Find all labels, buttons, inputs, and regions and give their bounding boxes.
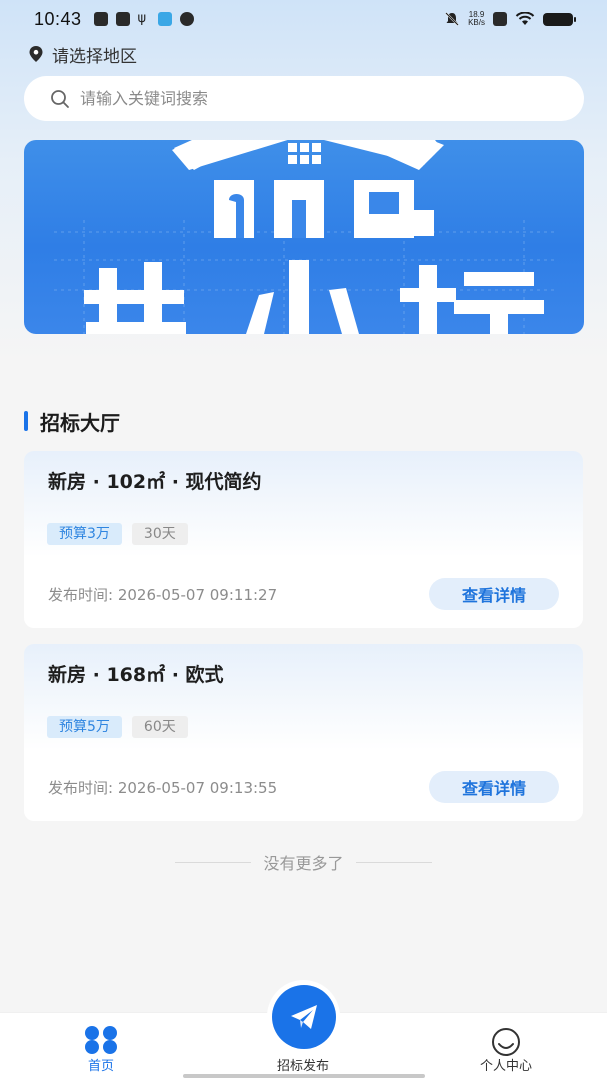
view-details-button[interactable]: 查看详情 [429, 771, 559, 803]
status-time: 10:43 [34, 8, 82, 29]
tab-home-label: 首页 [87, 1059, 114, 1074]
section-title: 招标大厅 [40, 410, 120, 435]
section-header: 招标大厅 [24, 408, 120, 435]
search-icon [51, 89, 69, 108]
paper-plane-icon [290, 1004, 317, 1029]
network-speed: 18.9 KB/s [468, 11, 485, 27]
post-button-circle [271, 984, 336, 1049]
divider-line [355, 861, 432, 863]
search-input[interactable] [80, 89, 520, 108]
section-accent-bar [24, 411, 28, 431]
location-pin-icon [29, 46, 43, 62]
listing-title: 新房 · 168㎡ · 欧式 [48, 664, 224, 686]
duration-tag: 60天 [131, 716, 188, 738]
tab-profile-label: 个人中心 [479, 1059, 532, 1074]
list-end-indicator: 没有更多了 [0, 850, 607, 874]
view-details-button[interactable]: 查看详情 [429, 578, 559, 610]
net-speed-unit: KB/s [468, 18, 485, 27]
budget-tag: 预算5万 [47, 716, 122, 738]
publish-time: 发布时间: 2026-05-07 09:13:55 [48, 779, 278, 797]
four-circles-icon [85, 1026, 117, 1054]
home-indicator[interactable] [183, 1074, 425, 1078]
wifi-icon [515, 12, 535, 25]
post-tender-button[interactable] [267, 980, 340, 1053]
list-end-text: 没有更多了 [263, 854, 344, 873]
location-label: 请选择地区 [52, 46, 137, 67]
status-right-icons: 18.9 KB/s [444, 11, 576, 27]
tab-profile[interactable]: 个人中心 [441, 1013, 571, 1080]
listing-title: 新房 · 102㎡ · 现代简约 [48, 471, 262, 493]
budget-tag: 预算3万 [47, 523, 122, 545]
task-notification-icon [93, 12, 108, 26]
mute-bell-icon [445, 12, 459, 26]
divider-line [175, 861, 252, 863]
app-notification-icon [179, 12, 194, 26]
status-bar: 10:43 ψ 18.9 KB/s [0, 0, 607, 38]
search-bar[interactable] [24, 76, 584, 121]
tab-post-label: 招标发布 [276, 1059, 329, 1074]
mail-notification-icon [115, 12, 130, 26]
telegram-notification-icon [157, 12, 172, 26]
promo-banner[interactable] [24, 140, 584, 334]
sim-icon [493, 12, 507, 26]
publish-time: 发布时间: 2026-05-07 09:11:27 [48, 586, 278, 604]
listing-card[interactable]: 新房 · 102㎡ · 现代简约 预算3万 30天 发布时间: 2026-05-… [24, 451, 583, 628]
tab-home[interactable]: 首页 [36, 1013, 166, 1080]
listing-tags: 预算3万 30天 [47, 523, 188, 545]
duration-tag: 30天 [131, 523, 188, 545]
listing-card[interactable]: 新房 · 168㎡ · 欧式 预算5万 60天 发布时间: 2026-05-07… [24, 644, 583, 821]
listing-tags: 预算5万 60天 [47, 716, 188, 738]
battery-icon [543, 12, 576, 26]
banner-artwork [54, 140, 554, 334]
location-selector[interactable]: 请选择地区 [28, 42, 137, 67]
usb-icon: ψ [137, 11, 147, 26]
notification-icons: ψ [93, 11, 194, 26]
